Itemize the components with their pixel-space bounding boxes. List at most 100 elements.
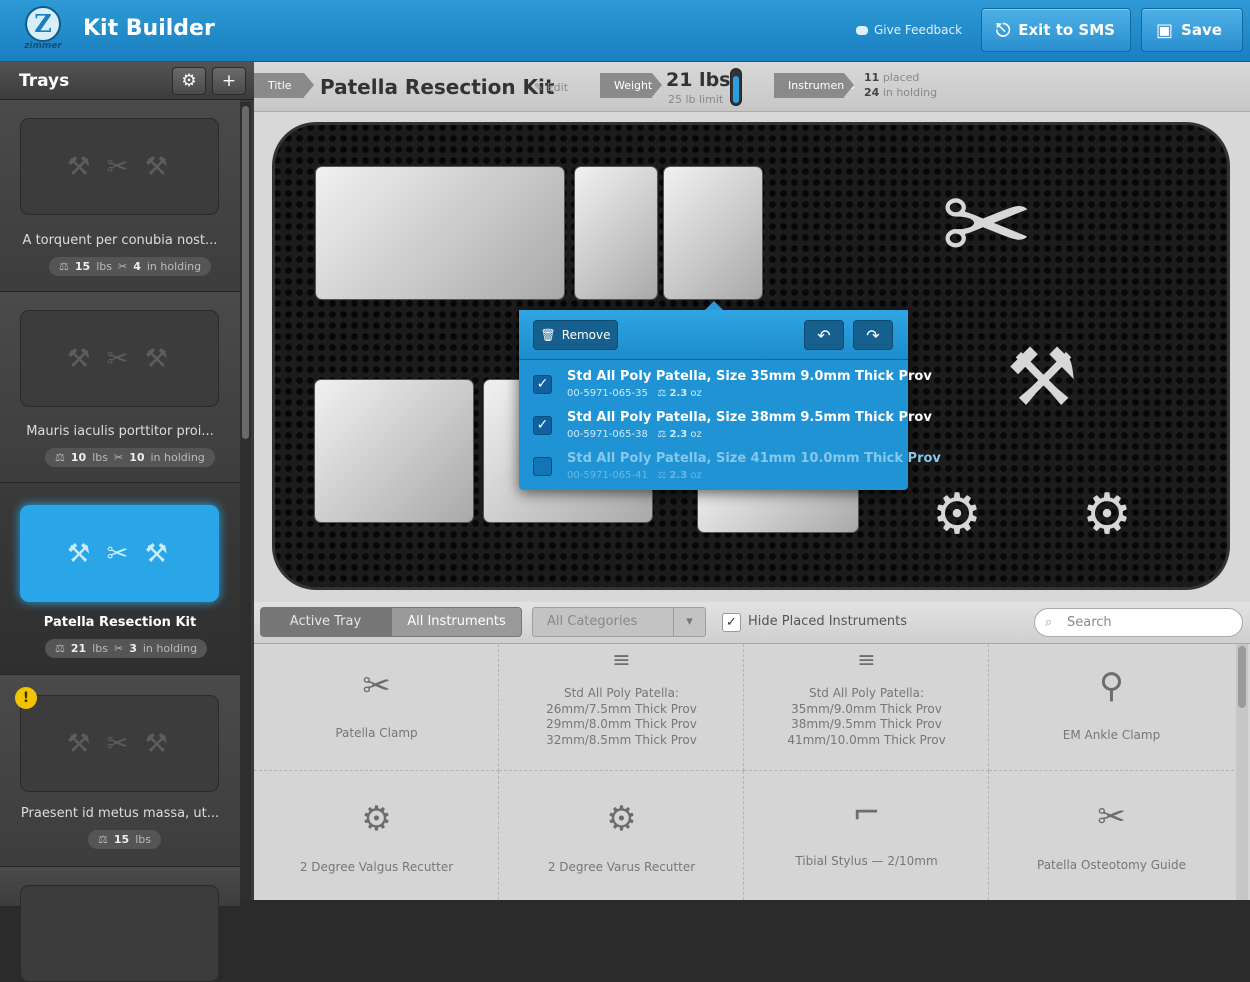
plus-icon: + [221, 71, 237, 91]
tray-name: Mauris iaculis porttitor proi... [26, 424, 214, 439]
patella-sizer-block[interactable] [575, 167, 657, 299]
tray-thumbnail: ⚒ ✂ ⚒ [20, 695, 219, 792]
library-item[interactable]: ≡ Std All Poly Patella: 26mm/7.5mm Thick… [499, 644, 744, 771]
tray-card[interactable]: ⚒ ✂ ⚒ ! Praesent id metus massa, ut... ⚖… [0, 675, 240, 867]
popover-toolbar: 🗑 Remove ↶ ↷ [519, 310, 908, 360]
patella-sizer-block-selected[interactable] [664, 167, 762, 299]
patella-clamp-instrument[interactable]: ✂ [792, 157, 1182, 292]
give-feedback-label: Give Feedback [874, 23, 963, 37]
exit-to-sms-button[interactable]: ⎋ Exit to SMS [981, 8, 1131, 52]
all-instruments-tab[interactable]: All Instruments [391, 607, 522, 637]
item-subtitle: 00-5971-065-41 ⚖ 2.3 oz [567, 470, 702, 481]
zimmer-logo-mark: Z [25, 6, 61, 42]
tray-card[interactable] [0, 867, 240, 982]
save-button[interactable]: ▣ Save [1141, 8, 1243, 52]
clamp-instrument[interactable]: ⚒ [902, 322, 1182, 432]
item-name: Std All Poly Patella, Size 41mm 10.0mm T… [567, 451, 941, 466]
kit-title: Patella Resection Kit [320, 75, 555, 99]
item-weight-unit: oz [690, 470, 702, 481]
edit-title-link[interactable]: ✎ Edit [534, 81, 568, 94]
library-item-label: Patella Clamp [335, 726, 418, 740]
tray-holding: 3 [129, 642, 137, 655]
item-checkbox[interactable] [533, 457, 552, 476]
library-item[interactable]: ⚲ EM Ankle Clamp [989, 644, 1234, 771]
tray-card[interactable]: ⚒ ✂ ⚒ Mauris iaculis porttitor proi... ⚖… [0, 292, 240, 483]
scrollbar-thumb[interactable] [242, 106, 249, 439]
library-scrollbar[interactable] [1236, 644, 1248, 900]
varus-recutter-instrument[interactable]: ⚙ [1032, 462, 1182, 567]
item-code: 00-5971-065-41 [567, 470, 648, 481]
item-name: Std All Poly Patella, Size 38mm 9.5mm Th… [567, 410, 932, 425]
item-checkbox[interactable]: ✓ [533, 416, 552, 435]
tools-icon: ✂ [113, 451, 124, 464]
library-item-label: Patella Osteotomy Guide [1037, 858, 1186, 872]
weight-icon: ⚖ [59, 260, 69, 273]
library-item-label: EM Ankle Clamp [1062, 728, 1161, 742]
pencil-icon: ✎ [534, 81, 544, 94]
tray-settings-button[interactable]: ⚙ [172, 67, 206, 95]
library-item-label: 2 Degree Valgus Recutter [299, 860, 454, 874]
undo-button[interactable]: ↶ [804, 320, 844, 350]
library-item[interactable]: ⌐ Tibial Stylus — 2/10mm [744, 771, 989, 900]
remove-button[interactable]: 🗑 Remove [533, 320, 618, 350]
kit-weight-limit: 25 lb limit [668, 93, 724, 106]
holding-count: 24 in holding [864, 86, 937, 99]
item-weight: 2.3 [669, 470, 688, 481]
warning-icon: ! [15, 687, 37, 709]
app-header: Z zimmer Kit Builder Give Feedback ⎋ Exi… [0, 0, 1250, 62]
placed-count: 11 placed [864, 71, 919, 84]
kit-info-bar: Title Patella Resection Kit ✎ Edit Weigh… [254, 62, 1250, 112]
tray-thumbnail: ⚒ ✂ ⚒ [20, 118, 219, 215]
library-item[interactable]: ≡ Std All Poly Patella: 35mm/9.0mm Thick… [744, 644, 989, 771]
library-item[interactable]: ⚙ 2 Degree Valgus Recutter [254, 771, 499, 900]
give-feedback-link[interactable]: Give Feedback [856, 23, 962, 37]
tray-holding-label: in holding [146, 260, 202, 273]
library-item[interactable]: ⚙ 2 Degree Varus Recutter [499, 771, 744, 900]
title-tag: Title [254, 73, 314, 98]
trays-sidebar: Trays ⚙ + ⚒ ✂ ⚒ A torquent per conubia n… [0, 62, 254, 982]
speech-bubble-icon [856, 25, 868, 35]
tray-card-selected[interactable]: ⚒ ✂ ⚒ Patella Resection Kit ⚖ 21 lbs ✂ 3 in … [0, 483, 240, 675]
selection-popover: 🗑 Remove ↶ ↷ ✓ Std All Poly Patella, Siz… [519, 301, 941, 490]
tray-holding: 4 [133, 260, 141, 273]
popover-item-unchecked[interactable]: Std All Poly Patella, Size 41mm 10.0mm T… [519, 444, 941, 485]
osteotomy-guide-icon: ✂ [1097, 797, 1126, 837]
tray-weight: 10 [70, 451, 87, 464]
library-item[interactable]: ✂ Patella Osteotomy Guide [989, 771, 1234, 900]
library-item[interactable]: ✂ Patella Clamp [254, 644, 499, 771]
tray-thumbnail: ⚒ ✂ ⚒ [20, 505, 219, 602]
tools-icon: ✂ [117, 260, 128, 273]
tray-holding-label: in holding [150, 451, 205, 464]
weight-icon: ⚖ [657, 429, 667, 440]
remove-label: Remove [561, 328, 611, 342]
tray-thumbnail: ⚒ ✂ ⚒ [20, 310, 219, 407]
item-checkbox[interactable]: ✓ [533, 375, 552, 394]
trash-icon: 🗑 [540, 328, 556, 342]
tray-card[interactable]: ⚒ ✂ ⚒ A torquent per conubia nost... ⚖ 15… [0, 100, 240, 292]
tray-weight: 15 [113, 833, 130, 846]
active-tray-tab[interactable]: Active Tray [260, 607, 391, 637]
scrollbar-thumb[interactable] [1238, 646, 1246, 708]
search-icon: ⌕ [1045, 615, 1053, 630]
category-select[interactable]: All Categories ▾ [532, 607, 706, 637]
popover-item[interactable]: ✓ Std All Poly Patella, Size 38mm 9.5mm … [519, 403, 932, 444]
weight-icon: ⚖ [657, 388, 667, 399]
recutter-block[interactable] [315, 380, 473, 522]
weight-icon: ⚖ [55, 451, 65, 464]
sidebar-scrollbar[interactable] [240, 102, 251, 900]
search-input[interactable]: ⌕ Search [1034, 608, 1243, 637]
search-placeholder: Search [1067, 615, 1112, 630]
floppy-disk-icon: ▣ [1156, 19, 1174, 41]
redo-button[interactable]: ↷ [853, 320, 893, 350]
hide-placed-checkbox[interactable]: ✓ [722, 613, 741, 632]
tools-icon: ✂ [113, 642, 124, 655]
library-item-label: Std All Poly Patella: 35mm/9.0mm Thick P… [787, 686, 946, 747]
patella-stack-icon: ≡ [857, 648, 876, 673]
instrument-caddy[interactable] [316, 167, 564, 299]
popover-item[interactable]: ✓ Std All Poly Patella, Size 35mm 9.0mm … [519, 362, 932, 403]
item-weight-unit: oz [690, 429, 702, 440]
gear-icon: ⚙ [181, 71, 197, 91]
add-tray-button[interactable]: + [212, 67, 246, 95]
recutter-icon: ⚙ [361, 799, 392, 839]
library-item-label: 2 Degree Varus Recutter [547, 860, 696, 874]
